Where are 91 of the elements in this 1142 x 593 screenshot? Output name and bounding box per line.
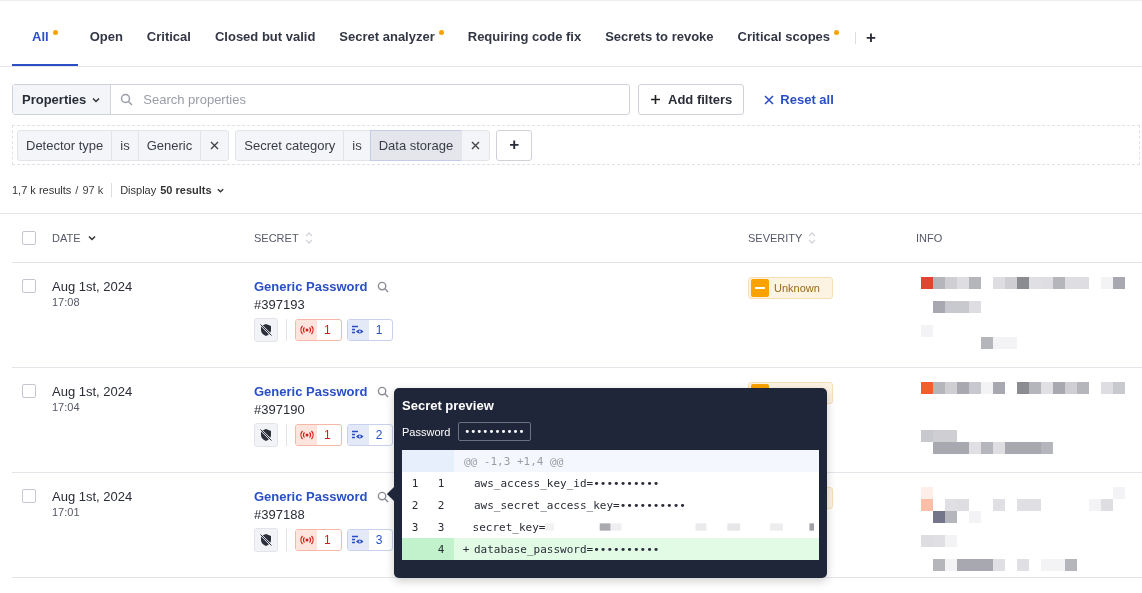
code-line: aws_access_key_id=••••••••••	[474, 476, 660, 490]
column-header[interactable]: SECRET	[254, 232, 299, 244]
filter-tab[interactable]: Critical scopes	[725, 1, 852, 66]
row-checkbox[interactable]	[22, 489, 36, 503]
line-number: 2	[411, 498, 419, 512]
shield-slash-icon[interactable]	[254, 318, 278, 342]
select-all-checkbox[interactable]	[22, 231, 36, 245]
filter-tab[interactable]: Secrets to revoke	[593, 1, 726, 66]
line-number: 4	[437, 542, 445, 556]
row-checkbox[interactable]	[22, 384, 36, 398]
chip-value[interactable]: Data storage	[369, 129, 463, 161]
reset-all-link[interactable]: Reset all	[764, 92, 834, 107]
results-separator: /	[75, 184, 79, 196]
diff-sign: +	[462, 542, 470, 556]
remove-filter-button[interactable]	[200, 129, 230, 161]
list-eye-icon	[351, 430, 366, 440]
add-tab-button[interactable]: +	[866, 19, 876, 48]
broadcast-icon	[299, 535, 314, 545]
close-icon	[764, 94, 775, 105]
time-text: 17:08	[52, 296, 80, 308]
shield-slash-icon[interactable]	[254, 423, 278, 447]
time-text: 17:01	[52, 506, 80, 518]
password-field: ••••••••••	[458, 422, 531, 441]
sort-icon[interactable]	[808, 231, 817, 245]
secret-link[interactable]: Generic Password	[254, 279, 368, 294]
secret-id: #397193	[254, 297, 305, 312]
properties-dropdown[interactable]: Properties	[13, 85, 112, 114]
filter-tab[interactable]: All	[12, 1, 78, 66]
line-number: 2	[437, 498, 445, 512]
line-number: 3	[437, 520, 445, 534]
results-count: 1,7 k results	[12, 184, 72, 196]
incidents-count-badge[interactable]: 1	[295, 529, 342, 551]
column-header[interactable]: SEVERITY	[748, 232, 803, 244]
password-label: Password	[402, 425, 451, 438]
code-line: secret_key=	[472, 520, 546, 534]
filter-tab[interactable]: Requiring code fix	[455, 1, 594, 66]
hunk-header: @@ -1,3 +1,4 @@	[454, 450, 819, 472]
search-icon	[120, 93, 134, 106]
diff-gutter	[402, 450, 454, 472]
popover-title: Secret preview	[402, 398, 495, 413]
close-icon	[471, 140, 481, 150]
filter-tab[interactable]: Critical	[134, 1, 203, 66]
filter-tab[interactable]: Open	[77, 1, 135, 66]
line-number: 1	[437, 476, 445, 490]
add-filters-button[interactable]: Add filters	[638, 84, 745, 115]
plus-icon	[650, 94, 661, 105]
chip-operator[interactable]: is	[111, 129, 139, 161]
notification-dot	[52, 30, 58, 35]
line-number: 3	[411, 520, 419, 534]
remove-filter-button[interactable]	[461, 129, 491, 161]
secret-id: #397188	[254, 507, 305, 522]
incidents-count-badge[interactable]: 1	[295, 319, 342, 341]
broadcast-icon	[299, 430, 314, 440]
close-icon	[210, 140, 220, 150]
broadcast-icon	[299, 325, 314, 335]
results-total: 97 k	[82, 184, 104, 196]
row-checkbox[interactable]	[22, 279, 36, 293]
date-text: Aug 1st, 2024	[52, 489, 133, 504]
chip-value[interactable]: Generic	[137, 129, 202, 161]
search-field[interactable]: Properties Search properties	[12, 84, 630, 115]
filter-tab[interactable]: Closed but valid	[202, 1, 328, 66]
time-text: 17:04	[52, 401, 80, 413]
display-dropdown[interactable]: Display 50 results	[120, 184, 225, 196]
secret-link[interactable]: Generic Password	[254, 489, 368, 504]
code-line: aws_secret_access_key=••••••••••	[474, 498, 686, 512]
chip-field[interactable]: Detector type	[17, 129, 113, 161]
column-header[interactable]: INFO	[916, 232, 943, 244]
chip-field[interactable]: Secret category	[235, 129, 345, 161]
sort-icon[interactable]	[304, 231, 313, 245]
date-text: Aug 1st, 2024	[52, 384, 133, 399]
notification-dot	[834, 30, 840, 35]
severity-badge: Unknown	[748, 277, 833, 299]
column-header[interactable]: DATE	[52, 232, 81, 244]
chevron-down-icon[interactable]	[86, 233, 97, 243]
add-filter-button[interactable]: +	[496, 129, 533, 161]
list-eye-icon	[351, 535, 366, 545]
notification-dot	[438, 30, 444, 35]
chip-operator[interactable]: is	[343, 129, 371, 161]
incidents-count-badge[interactable]: 1	[295, 424, 342, 446]
shield-slash-icon[interactable]	[254, 528, 278, 552]
search-icon[interactable]	[377, 490, 390, 503]
line-number: 1	[411, 476, 419, 490]
filter-tab[interactable]: Secret analyzer	[327, 1, 456, 66]
viewers-count-badge[interactable]: 2	[346, 424, 394, 446]
viewers-count-badge[interactable]: 1	[346, 319, 394, 341]
list-eye-icon	[351, 325, 366, 335]
secret-id: #397190	[254, 402, 305, 417]
code-line: database_password=••••••••••	[474, 542, 660, 556]
date-text: Aug 1st, 2024	[52, 279, 133, 294]
secret-link[interactable]: Generic Password	[254, 384, 368, 399]
viewers-count-badge[interactable]: 3	[346, 529, 394, 551]
